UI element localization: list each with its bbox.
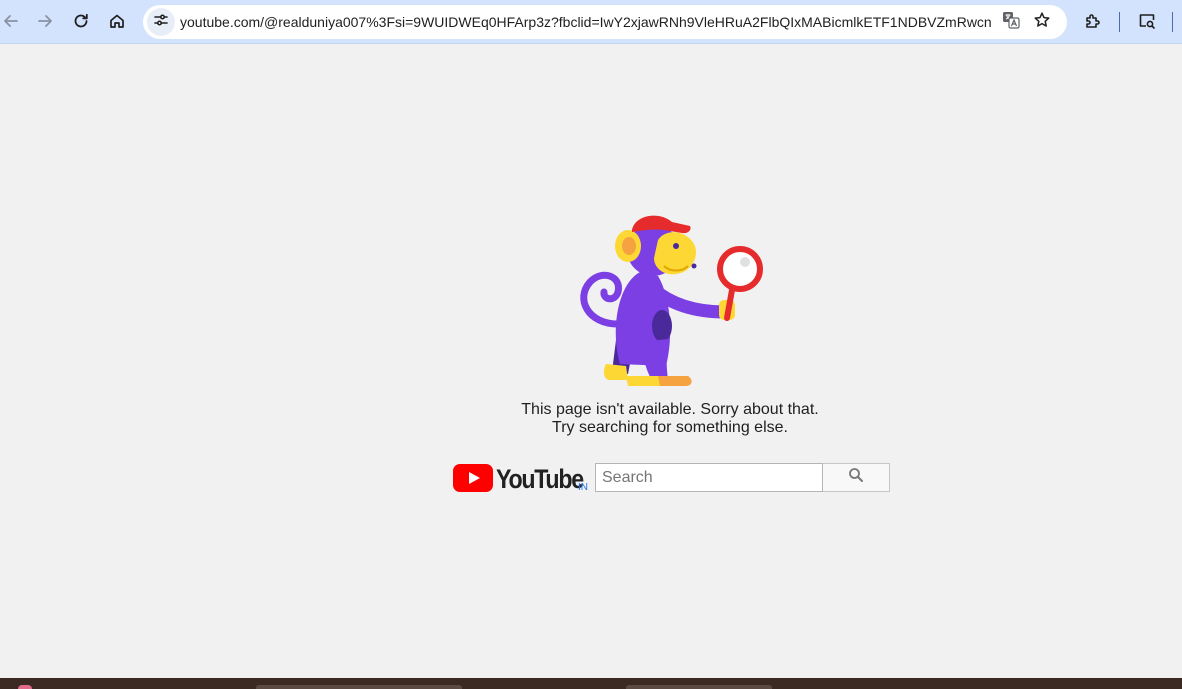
taskbar-window-tab[interactable] <box>256 685 462 689</box>
forward-button[interactable] <box>30 6 60 36</box>
error-message-line2: Try searching for something else. <box>552 419 788 436</box>
home-button[interactable] <box>102 6 132 36</box>
browser-toolbar: youtube.com/@realduniya007%3Fsi=9WUIDWEq… <box>0 0 1182 44</box>
taskbar-window-tab[interactable] <box>626 685 772 689</box>
media-search-button[interactable] <box>1132 6 1162 36</box>
translate-button[interactable] <box>1000 11 1022 33</box>
taskbar-app-icon[interactable] <box>18 685 32 689</box>
toolbar-divider <box>1119 12 1120 32</box>
os-taskbar <box>0 678 1182 689</box>
back-button[interactable] <box>0 6 26 36</box>
tune-icon <box>153 12 169 33</box>
youtube-play-icon <box>453 464 493 492</box>
bookmark-button[interactable] <box>1031 11 1053 33</box>
url-text[interactable]: youtube.com/@realduniya007%3Fsi=9WUIDWEq… <box>180 5 992 39</box>
reload-icon <box>72 12 90 30</box>
home-icon <box>108 12 126 30</box>
reload-button[interactable] <box>66 6 96 36</box>
media-search-icon <box>1138 12 1156 30</box>
star-icon <box>1033 11 1051 34</box>
arrow-left-icon <box>2 12 20 30</box>
search-icon <box>848 467 864 488</box>
puzzle-icon <box>1084 12 1102 30</box>
extensions-button[interactable] <box>1078 6 1108 36</box>
address-bar[interactable]: youtube.com/@realduniya007%3Fsi=9WUIDWEq… <box>143 5 1067 39</box>
youtube-wordmark: YouTube <box>496 464 584 494</box>
search-button[interactable] <box>823 463 890 492</box>
monkey-with-magnifying-glass-illustration <box>580 215 763 386</box>
error-message: This page isn't available. Sorry about t… <box>420 401 920 437</box>
search-input[interactable] <box>595 463 823 492</box>
page-content: This page isn't available. Sorry about t… <box>0 44 1182 678</box>
arrow-right-icon <box>36 12 54 30</box>
toolbar-divider <box>1172 12 1173 32</box>
error-message-line1: This page isn't available. Sorry about t… <box>521 401 819 418</box>
country-code: IN <box>578 482 588 493</box>
site-info-button[interactable] <box>147 8 175 36</box>
youtube-logo[interactable]: YouTube IN <box>453 462 593 496</box>
translate-icon <box>1001 10 1021 35</box>
